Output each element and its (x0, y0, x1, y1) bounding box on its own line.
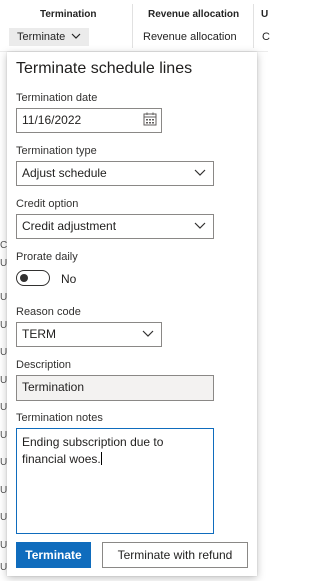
prorate-daily-label: Prorate daily (16, 251, 78, 263)
chevron-down-icon (142, 330, 154, 337)
terminate-schedule-lines-dialog: Terminate schedule lines Termination dat… (7, 52, 257, 576)
revenue-allocation-button[interactable]: Revenue allocation (143, 28, 237, 46)
chevron-down-icon (194, 222, 206, 229)
termination-notes-label: Termination notes (16, 412, 103, 424)
column-header-u: U (261, 9, 269, 20)
text-cursor (100, 452, 102, 465)
reason-code-value: TERM (22, 327, 56, 341)
reason-code-label: Reason code (16, 306, 81, 318)
terminate-menu-label: Terminate (17, 31, 66, 43)
termination-type-label: Termination type (16, 145, 97, 157)
terminate-menu-button[interactable]: Terminate (9, 28, 90, 46)
column-header-termination: Termination (40, 9, 97, 20)
column-action-c[interactable]: C (262, 28, 270, 46)
toggle-knob (20, 274, 28, 282)
grid-header: Termination Terminate Revenue allocation… (0, 0, 270, 52)
prorate-daily-state: No (61, 272, 77, 286)
description-label: Description (16, 359, 72, 371)
termination-notes-textarea[interactable]: Ending subscription due to financial woe… (16, 428, 214, 534)
description-value: Termination (22, 380, 85, 394)
reason-code-select[interactable]: TERM (16, 322, 162, 347)
termination-date-label: Termination date (16, 92, 98, 104)
terminate-with-refund-button[interactable]: Terminate with refund (102, 542, 248, 568)
termination-date-input[interactable]: 11/16/2022 (16, 108, 162, 133)
termination-type-value: Adjust schedule (22, 166, 107, 180)
terminate-button[interactable]: Terminate (16, 542, 91, 568)
calendar-icon[interactable] (143, 112, 157, 126)
description-field[interactable]: Termination (16, 375, 214, 401)
termination-type-select[interactable]: Adjust schedule (16, 161, 214, 186)
dialog-title: Terminate schedule lines (16, 60, 193, 77)
credit-option-label: Credit option (16, 198, 79, 210)
termination-date-value: 11/16/2022 (22, 113, 82, 127)
chevron-down-icon (194, 169, 206, 176)
column-header-revenue-allocation: Revenue allocation (148, 9, 240, 20)
credit-option-value: Credit adjustment (22, 219, 117, 233)
termination-notes-value: Ending subscription due to financial woe… (22, 435, 167, 466)
chevron-down-icon (71, 33, 81, 39)
prorate-daily-toggle[interactable] (16, 270, 50, 286)
credit-option-select[interactable]: Credit adjustment (16, 214, 214, 239)
column-divider (253, 4, 254, 48)
column-divider (132, 4, 133, 48)
